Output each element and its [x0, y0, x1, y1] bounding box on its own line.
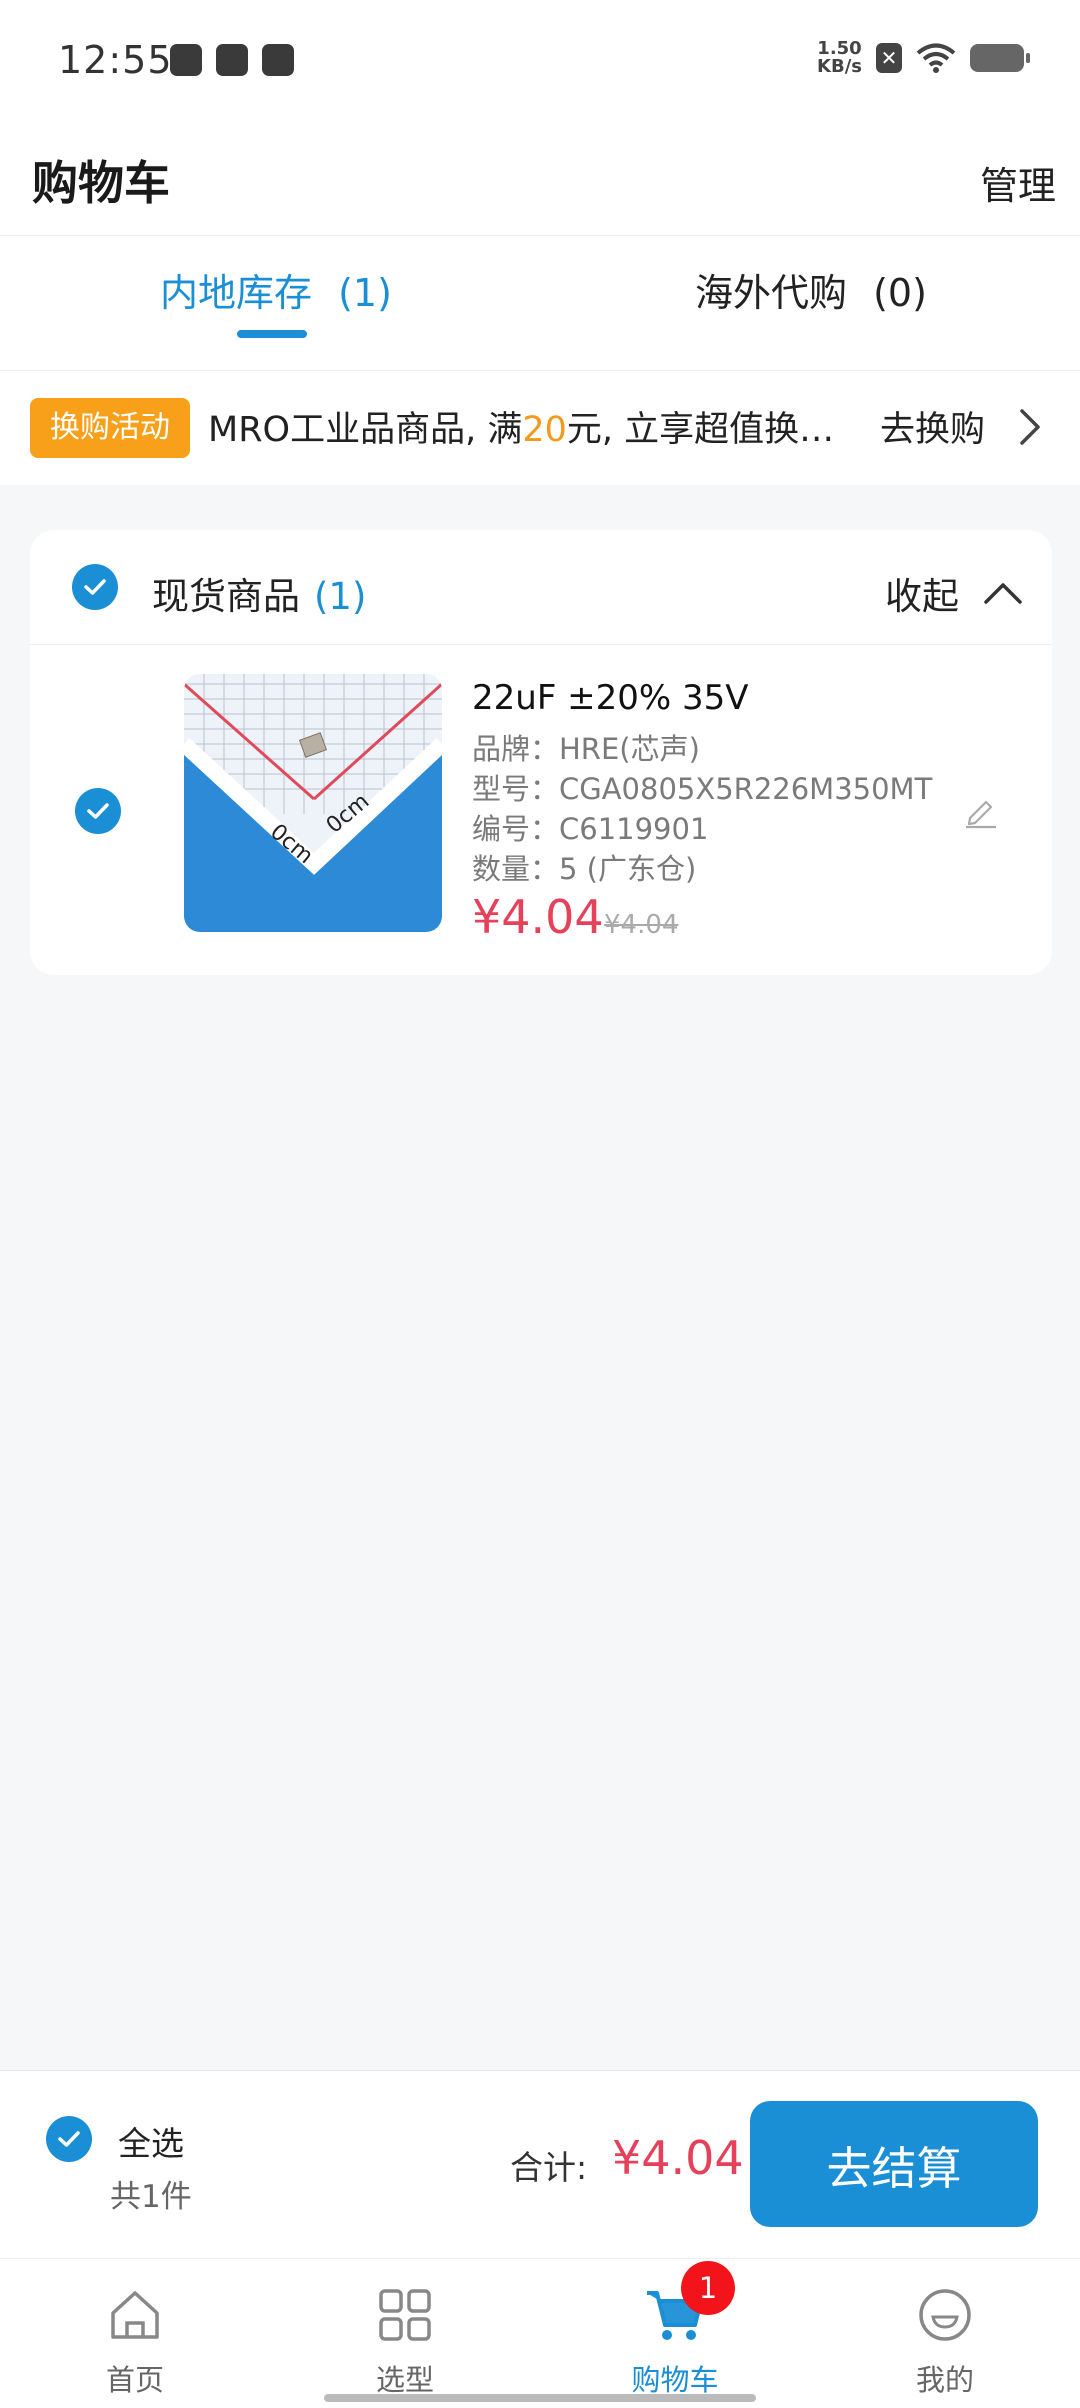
chevron-right-icon[interactable]	[1010, 407, 1050, 447]
collapse-label: 收起	[885, 575, 959, 618]
notification-icon	[216, 44, 248, 76]
promo-text: MRO工业品商品, 满20元, 立享超值换…	[208, 401, 834, 452]
notification-icon	[262, 44, 294, 76]
cart-icon-wrap: 1	[643, 2261, 735, 2347]
tab-overseas-purchase[interactable]: 海外代购 (0)	[695, 262, 927, 317]
group-checkbox[interactable]	[72, 564, 118, 610]
item-model: 型号：CGA0805X5R226M350MT	[472, 772, 933, 806]
select-all-label[interactable]: 全选	[118, 2117, 184, 2165]
promo-badge: 换购活动	[30, 398, 190, 458]
nav-item-profile[interactable]: 我的	[810, 2259, 1080, 2408]
manage-button[interactable]: 管理	[980, 155, 1056, 210]
status-bar: 12:55 1.50 KB/s ✕	[0, 0, 1080, 125]
home-icon	[111, 2291, 159, 2339]
cart-group-header: 现货商品 (1) 收起	[30, 530, 1052, 645]
nav-label: 首页	[105, 2363, 164, 2397]
nav-item-cart[interactable]: 1 购物车	[540, 2259, 810, 2408]
edit-pencil-icon[interactable]	[962, 792, 1000, 830]
cart-group-card: 现货商品 (1) 收起 0cm 0cm 22uF ±20% 35V 品牌：HRE…	[30, 530, 1052, 975]
item-original-price: ¥4.04	[604, 910, 679, 940]
collapse-button[interactable]: 收起	[885, 566, 1023, 620]
total-value: ¥4.04	[612, 2131, 744, 2185]
checkout-button[interactable]: 去结算	[750, 2101, 1038, 2227]
item-checkbox[interactable]	[75, 788, 121, 834]
promo-text-after: 元, 立享超值换…	[566, 410, 835, 450]
product-image: 0cm 0cm	[184, 674, 442, 932]
item-count-text: 共1件	[110, 2179, 192, 2215]
tab-count: (1)	[338, 271, 392, 315]
notification-icon	[170, 44, 202, 76]
page-title: 购物车	[32, 156, 170, 210]
product-thumbnail[interactable]: 0cm 0cm	[184, 674, 442, 932]
item-brand: 品牌：HRE(芯声)	[472, 732, 700, 766]
promo-text-before: MRO工业品商品, 满	[208, 410, 523, 450]
net-speed: 1.50 KB/s	[817, 40, 862, 76]
select-all-checkbox[interactable]	[46, 2116, 92, 2162]
tab-label: 海外代购	[695, 271, 848, 315]
cart-badge: 1	[681, 2261, 735, 2315]
no-sim-icon: ✕	[876, 43, 902, 73]
home-indicator[interactable]	[324, 2394, 756, 2402]
promo-highlight: 20	[522, 410, 567, 450]
item-title[interactable]: 22uF ±20% 35V	[472, 678, 749, 718]
chevron-up-icon	[984, 583, 1022, 604]
nav-item-selection[interactable]: 选型	[270, 2259, 540, 2408]
group-title-label: 现货商品	[152, 575, 300, 618]
tab-label: 内地库存	[160, 271, 313, 315]
wifi-icon	[916, 43, 956, 73]
checkmark-icon	[84, 579, 106, 595]
promo-banner[interactable]: 换购活动 MRO工业品商品, 满20元, 立享超值换… 去换购	[0, 370, 1080, 485]
total-label: 合计:	[510, 2148, 588, 2187]
tab-domestic-stock[interactable]: 内地库存 (1)	[160, 262, 392, 317]
grid-icon	[379, 2289, 431, 2341]
header: 购物车 管理	[0, 125, 1080, 235]
item-code: 编号：C6119901	[472, 812, 709, 846]
net-speed-unit: KB/s	[817, 56, 862, 77]
nav-label: 选型	[375, 2363, 434, 2397]
tab-active-indicator	[237, 330, 307, 338]
battery-icon	[970, 44, 1030, 72]
item-quantity: 数量：5 (广东仓)	[472, 852, 697, 886]
group-count: (1)	[314, 575, 367, 618]
checkmark-icon	[58, 2131, 80, 2147]
notification-icons	[170, 44, 294, 76]
bottom-nav: 首页 选型 1 购物车 我的	[0, 2258, 1080, 2408]
group-title: 现货商品 (1)	[152, 566, 366, 620]
checkout-summary-bar: 全选 共1件 合计: ¥4.04 去结算	[0, 2070, 1080, 2258]
nav-item-home[interactable]: 首页	[0, 2259, 270, 2408]
profile-icon	[919, 2289, 971, 2341]
item-price: ¥4.04	[472, 890, 604, 944]
nav-label: 我的	[915, 2363, 974, 2397]
status-right: 1.50 KB/s ✕	[817, 40, 1030, 76]
nav-label: 购物车	[631, 2363, 719, 2397]
tab-count: (0)	[873, 271, 927, 315]
stock-tabs: 内地库存 (1) 海外代购 (0)	[0, 235, 1080, 370]
promo-link[interactable]: 去换购	[880, 401, 985, 452]
status-time: 12:55	[58, 38, 173, 82]
checkmark-icon	[87, 803, 109, 819]
